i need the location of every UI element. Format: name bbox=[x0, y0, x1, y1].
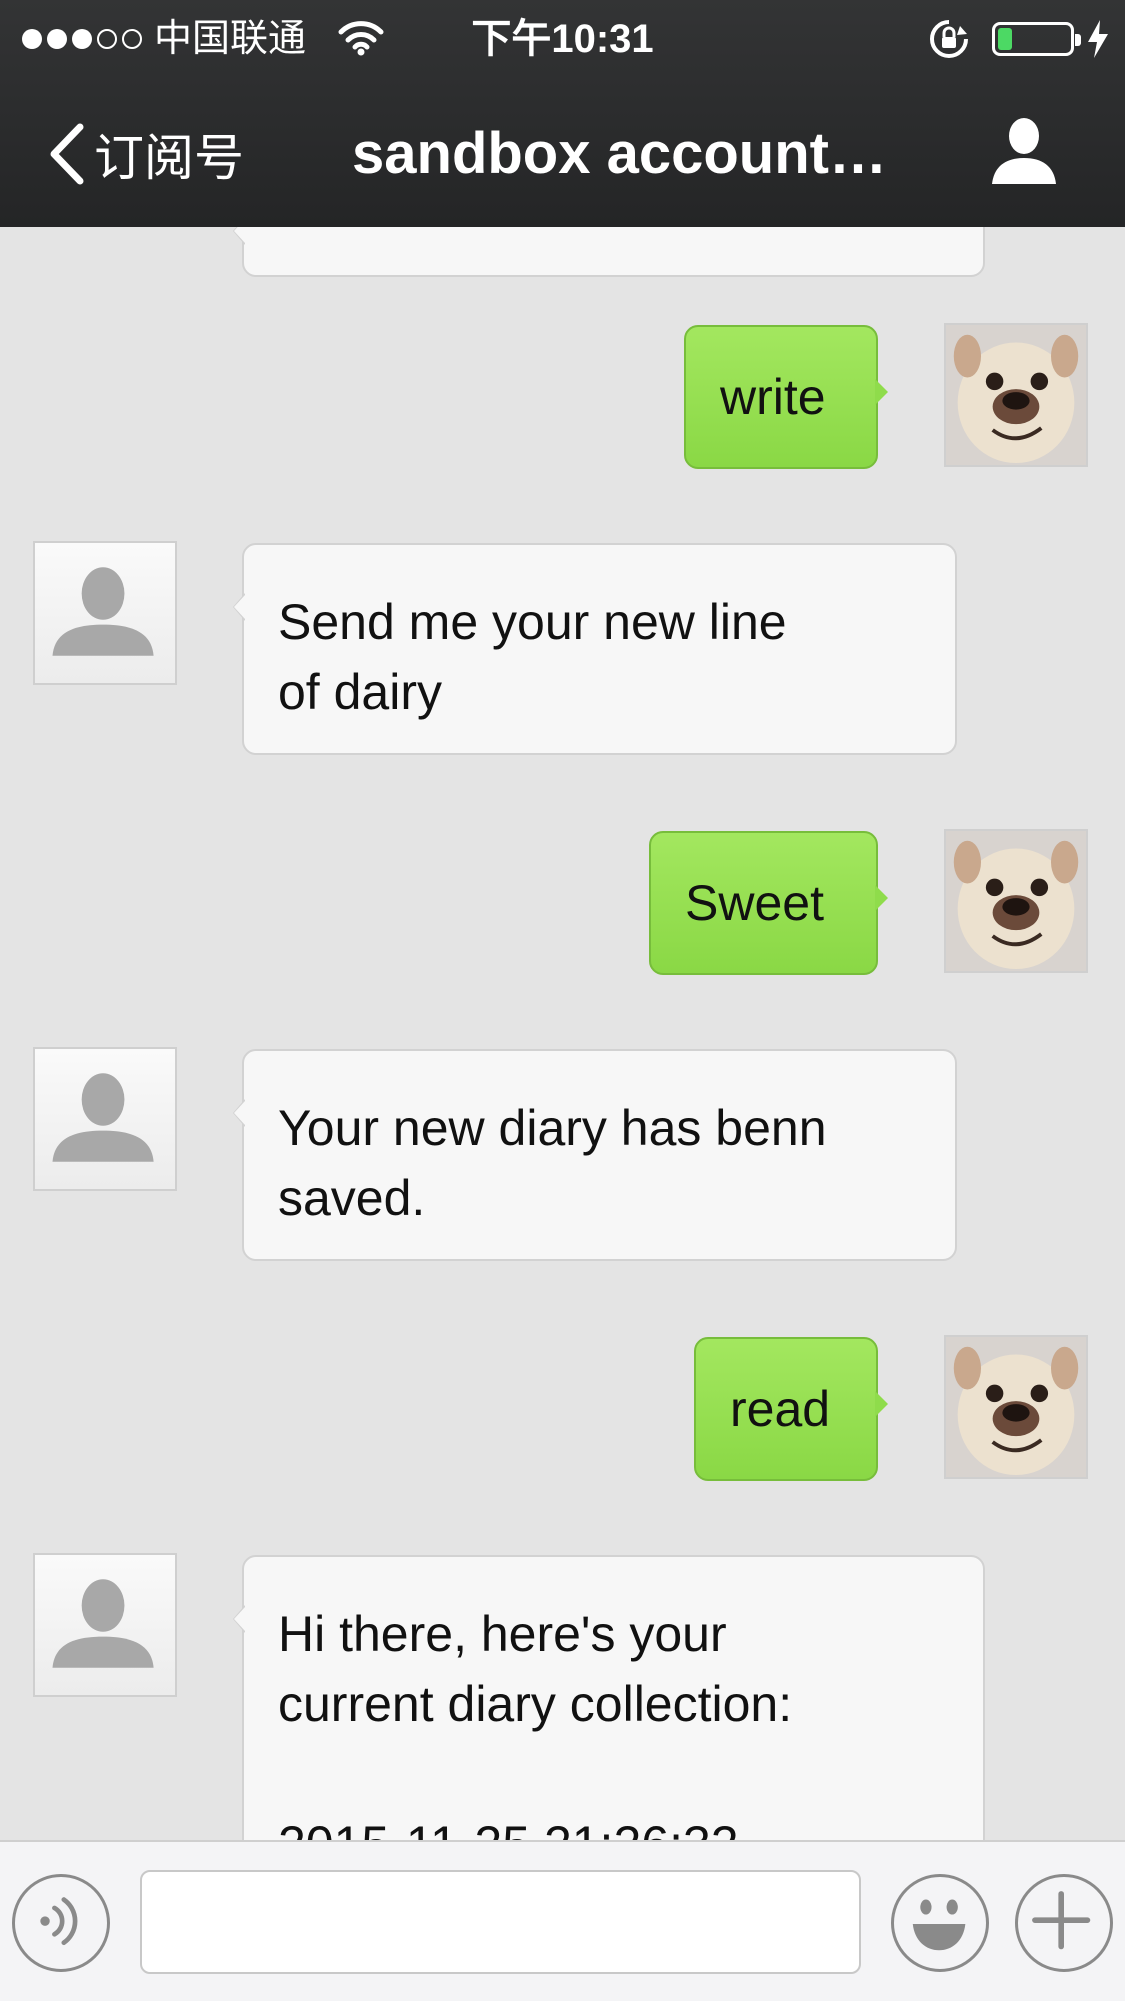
person-placeholder-icon bbox=[52, 567, 154, 656]
message-line: of dairy bbox=[278, 664, 442, 720]
message-line: Hi there, here's your bbox=[278, 1606, 727, 1662]
message-line: current diary collection: bbox=[278, 1676, 793, 1732]
voice-icon bbox=[40, 1897, 78, 1946]
charging-bolt-icon bbox=[1088, 20, 1108, 58]
outgoing-message-bubble[interactable]: read bbox=[694, 1337, 888, 1481]
nav-bar: 订阅号 sandbox account… bbox=[0, 78, 1125, 227]
back-button[interactable]: 订阅号 bbox=[44, 114, 244, 194]
dog-photo-icon bbox=[946, 325, 1086, 465]
message-text: write bbox=[720, 369, 826, 425]
chat-title: sandbox account… bbox=[352, 121, 887, 186]
more-button[interactable] bbox=[1015, 1874, 1113, 1972]
message-text: Sweet bbox=[685, 875, 824, 931]
message-text: read bbox=[730, 1381, 831, 1437]
back-label: 订阅号 bbox=[94, 130, 244, 186]
chat-area[interactable]: write Send me your new line of dairy Swe… bbox=[0, 227, 1125, 1840]
person-icon[interactable] bbox=[988, 114, 1060, 186]
message-line: 2015-11-25 21:26:32 bbox=[278, 1809, 949, 1840]
voice-button[interactable] bbox=[12, 1874, 110, 1972]
user-avatar[interactable] bbox=[944, 829, 1088, 973]
message-line: Your new diary has benn bbox=[278, 1100, 827, 1156]
account-avatar[interactable] bbox=[33, 1047, 177, 1191]
user-avatar[interactable] bbox=[944, 323, 1088, 467]
account-avatar[interactable] bbox=[33, 1553, 177, 1697]
battery-level bbox=[998, 28, 1012, 50]
smiley-icon bbox=[912, 1899, 966, 1951]
message-input[interactable] bbox=[140, 1870, 861, 1974]
dog-photo-icon bbox=[946, 1337, 1086, 1477]
header: 中国联通 下午10:31 订阅号 sandbox account… bbox=[0, 0, 1125, 227]
battery-icon bbox=[992, 22, 1081, 56]
outgoing-message-bubble[interactable]: Sweet bbox=[649, 831, 888, 975]
person-placeholder-icon bbox=[52, 1579, 154, 1668]
message-line: Send me your new line bbox=[278, 594, 787, 650]
person-placeholder-icon bbox=[52, 1073, 154, 1162]
status-bar: 中国联通 下午10:31 bbox=[0, 0, 1125, 78]
outgoing-message-bubble[interactable]: write bbox=[684, 325, 888, 469]
message-line: saved. bbox=[278, 1170, 426, 1226]
user-avatar[interactable] bbox=[944, 1335, 1088, 1479]
incoming-message-bubble[interactable]: Your new diary has benn saved. bbox=[233, 1049, 957, 1261]
incoming-message-bubble[interactable]: Send me your new line of dairy bbox=[233, 543, 957, 755]
dog-photo-icon bbox=[946, 831, 1086, 971]
input-bar bbox=[0, 1840, 1125, 2001]
emoji-button[interactable] bbox=[891, 1874, 989, 1972]
plus-icon bbox=[1032, 1891, 1091, 1950]
message-line bbox=[278, 1739, 949, 1809]
incoming-message-bubble[interactable]: Hi there, here's your current diary coll… bbox=[233, 1555, 985, 1840]
rotation-lock-icon bbox=[930, 20, 968, 58]
account-avatar[interactable] bbox=[33, 541, 177, 685]
previous-message-bubble[interactable] bbox=[233, 227, 985, 277]
chevron-left-icon bbox=[50, 123, 84, 185]
